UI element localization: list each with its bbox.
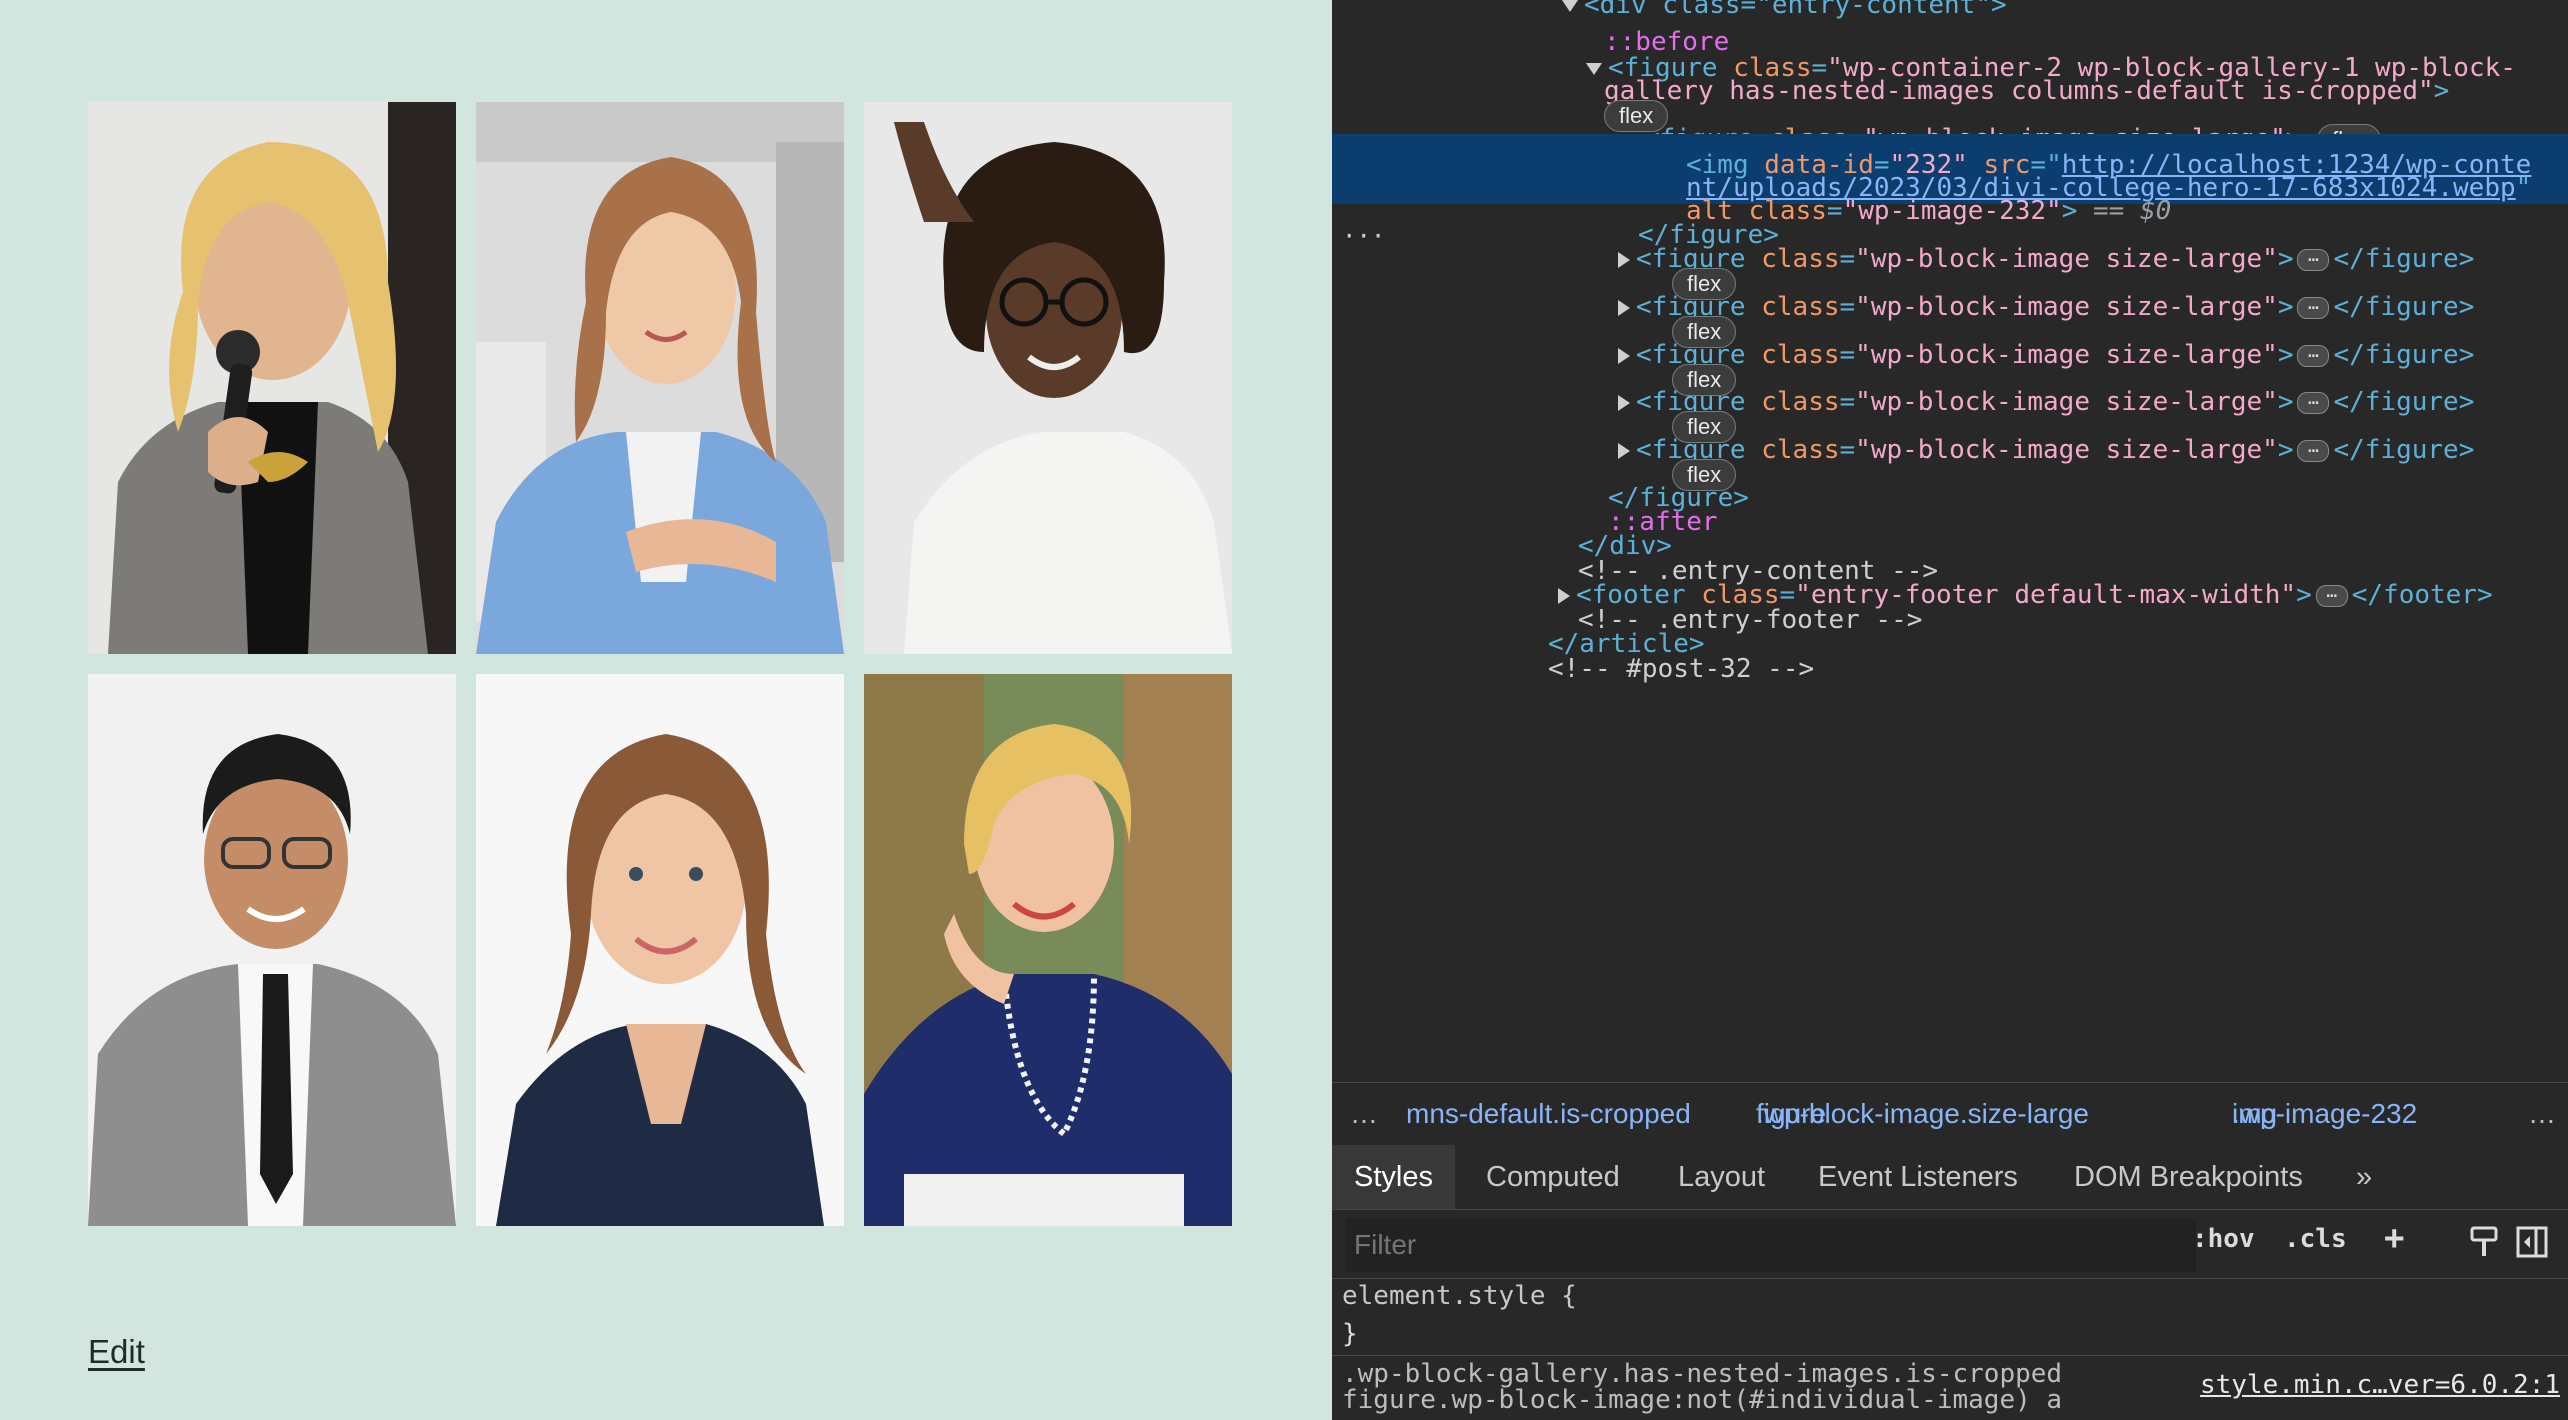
styles-filter-input[interactable] — [1346, 1218, 2196, 1272]
stylesheet-source-link[interactable]: style.min.c…ver=6.0.2:1 — [2200, 1370, 2560, 1400]
page-preview: Edit — [0, 0, 1332, 1420]
element-style-rule[interactable]: element.style { — [1342, 1279, 1577, 1313]
paint-brush-icon[interactable] — [2466, 1224, 2502, 1260]
tab-layout[interactable]: Layout — [1678, 1145, 1765, 1209]
collapse-icon[interactable] — [1562, 0, 1578, 12]
dom-node-entry-content[interactable]: <div class="entry-content"> — [1332, 0, 2568, 25]
tab-dom-breakpoints[interactable]: DOM Breakpoints — [2074, 1145, 2303, 1209]
woman-with-microphone-photo — [88, 102, 456, 654]
breadcrumb-more-right[interactable]: … — [2528, 1083, 2556, 1145]
tab-styles[interactable]: Styles — [1332, 1145, 1455, 1209]
gallery-image-4[interactable] — [88, 674, 456, 1226]
gallery-image-5[interactable] — [476, 674, 844, 1226]
dom-comment-post[interactable]: <!-- #post-32 --> — [1332, 650, 2568, 689]
edit-post-link[interactable]: Edit — [88, 1333, 145, 1371]
woman-in-blue-blazer-photo — [476, 102, 844, 654]
breadcrumb-item-gallery[interactable]: mns-default.is-cropped — [1406, 1083, 1691, 1145]
gallery-image-3[interactable] — [864, 102, 1232, 654]
new-style-rule-button[interactable]: + — [2384, 1218, 2404, 1258]
gallery-image-1[interactable] — [88, 102, 456, 654]
man-in-gray-suit-photo — [88, 674, 456, 1226]
gallery-image-6[interactable] — [864, 674, 1232, 1226]
css-rule-selector-cont[interactable]: figure.wp-block-image:not(#individual-im… — [1342, 1383, 2062, 1417]
elements-dom-tree[interactable]: <div class="entry-content"> ::before <fi… — [1332, 0, 2568, 1082]
cls-toggle[interactable]: .cls — [2284, 1224, 2347, 1254]
breadcrumb-more-left[interactable]: … — [1350, 1083, 1378, 1145]
tab-event-listeners[interactable]: Event Listeners — [1818, 1145, 2018, 1209]
breadcrumb: … mns-default.is-cropped figure .wp-block… — [1332, 1082, 2568, 1146]
blonde-woman-pearl-necklace-photo — [864, 674, 1232, 1226]
gallery-image-2[interactable] — [476, 102, 844, 654]
smiling-woman-portrait-photo — [476, 674, 844, 1226]
more-tabs-icon[interactable]: » — [2356, 1145, 2372, 1209]
sidebar-tabs: Styles Computed Layout Event Listeners D… — [1332, 1145, 2568, 1210]
tab-computed[interactable]: Computed — [1486, 1145, 1620, 1209]
devtools-panel: <div class="entry-content"> ::before <fi… — [1332, 0, 2568, 1420]
styles-toolbar: :hov .cls + — [1332, 1210, 2568, 1279]
element-style-close: } — [1342, 1319, 1358, 1349]
woman-with-glasses-photo — [864, 102, 1232, 654]
hov-toggle[interactable]: :hov — [2192, 1224, 2255, 1254]
toggle-sidebar-icon[interactable] — [2514, 1224, 2550, 1260]
